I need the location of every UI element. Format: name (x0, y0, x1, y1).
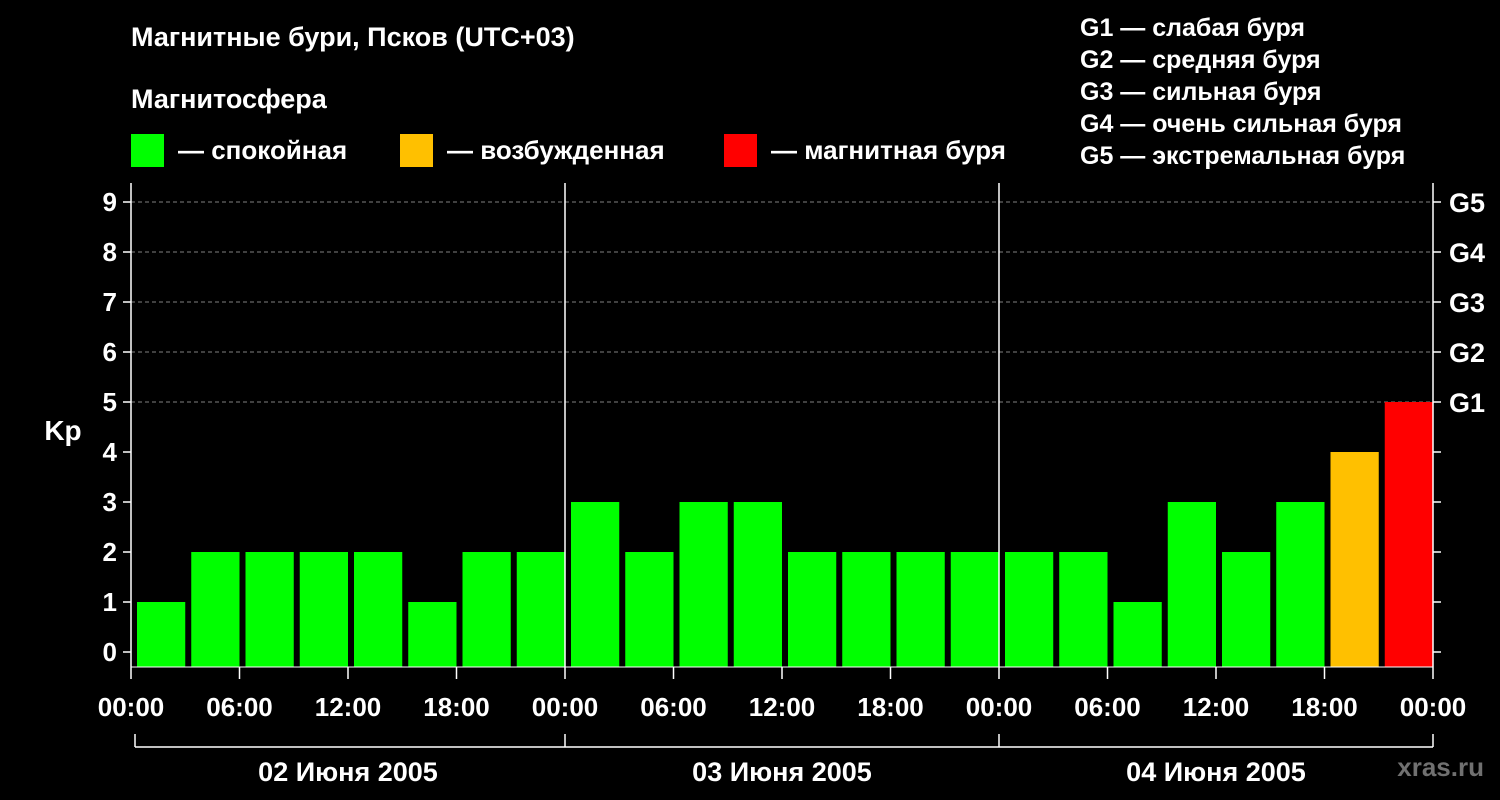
g-scale-item: G5 — экстремальная буря (1080, 142, 1406, 170)
legend-label-active: — возбужденная (447, 135, 665, 165)
kp-bar (354, 552, 403, 667)
g-scale-item: G1 — слабая буря (1080, 14, 1306, 42)
y-tick-label: 0 (103, 637, 117, 667)
y-tick-label: 6 (103, 337, 117, 367)
y-tick-label: 8 (103, 237, 117, 267)
legend-quiet: — спокойная (131, 134, 347, 167)
gridlines (131, 201, 1433, 403)
bars (137, 402, 1433, 667)
day-label: 03 Июня 2005 (692, 757, 872, 787)
kp-bar (625, 552, 674, 667)
kp-bar (137, 602, 186, 667)
kp-bar (1222, 552, 1271, 667)
kp-bar (1276, 502, 1325, 667)
day-label: 02 Июня 2005 (258, 757, 438, 787)
kp-bar (245, 552, 294, 667)
g-level-label: G1 (1449, 388, 1485, 418)
kp-bar (1167, 502, 1216, 667)
x-tick-label: 12:00 (315, 692, 382, 722)
x-tick-label: 06:00 (206, 692, 273, 722)
y-tick-label: 7 (103, 287, 117, 317)
kp-bar (1330, 452, 1379, 667)
x-tick-label: 12:00 (749, 692, 816, 722)
x-tick-label: 18:00 (857, 692, 924, 722)
y-tick-label: 4 (103, 437, 118, 467)
kp-bar (1384, 402, 1433, 667)
kp-bar (679, 502, 728, 667)
y-tick-label: 1 (103, 587, 117, 617)
tick-labels: 0 1 2 3 4 5 6 7 8 9 G1 G2 G3 G4 G5 Kp 00:00 06:00 12:00 18:… (44, 187, 1485, 787)
x-tick-label: 00:00 (1400, 692, 1467, 722)
kp-bar (191, 552, 240, 667)
g-scale-legend: G1 — слабая буря G2 — средняя буря G3 — … (1080, 12, 1405, 172)
g-level-label: G5 (1449, 188, 1485, 218)
x-tick-label: 00:00 (98, 692, 165, 722)
g-level-label: G2 (1449, 338, 1485, 368)
x-tick-label: 06:00 (640, 692, 707, 722)
kp-bar (950, 552, 999, 667)
x-tick-label: 18:00 (1291, 692, 1358, 722)
x-tick-label: 06:00 (1074, 692, 1141, 722)
kp-bar (571, 502, 620, 667)
y-tick-label: 9 (103, 187, 117, 217)
kp-bar (299, 552, 348, 667)
x-tick-label: 00:00 (966, 692, 1033, 722)
x-tick-label: 00:00 (532, 692, 599, 722)
legend-active: — возбужденная (400, 134, 665, 167)
legend-swatch-quiet (131, 134, 164, 167)
kp-bar (788, 552, 837, 667)
y-tick-label: 2 (103, 537, 117, 567)
legend-storm: — магнитная буря (724, 134, 1006, 167)
chart-title: Магнитные бури, Псков (UTC+03) (131, 22, 575, 52)
kp-bar (733, 502, 782, 667)
g-scale-item: G3 — сильная буря (1080, 78, 1322, 106)
y-tick-label: 3 (103, 487, 117, 517)
x-tick-label: 18:00 (423, 692, 490, 722)
kp-bar (896, 552, 945, 667)
kp-bar (1005, 552, 1054, 667)
kp-bar (516, 552, 565, 667)
g-level-label: G3 (1449, 288, 1485, 318)
kp-bar (842, 552, 891, 667)
y-tick-label: 5 (103, 387, 117, 417)
chart-subtitle: Магнитосфера (131, 84, 327, 114)
x-tick-label: 12:00 (1183, 692, 1250, 722)
g-scale-item: G2 — средняя буря (1080, 46, 1321, 74)
watermark: xras.ru (1397, 752, 1484, 782)
legend-swatch-active (400, 134, 433, 167)
kp-bar (1113, 602, 1162, 667)
kp-bar (462, 552, 511, 667)
legend-label-quiet: — спокойная (178, 135, 348, 165)
y-axis-label: Kp (44, 415, 81, 446)
kp-bar (1059, 552, 1108, 667)
g-scale-item: G4 — очень сильная буря (1080, 110, 1402, 138)
legend-label-storm: — магнитная буря (771, 135, 1006, 165)
kp-bar (408, 602, 457, 667)
day-label: 04 Июня 2005 (1126, 757, 1306, 787)
legend-swatch-storm (724, 134, 757, 167)
g-level-label: G4 (1449, 238, 1485, 268)
